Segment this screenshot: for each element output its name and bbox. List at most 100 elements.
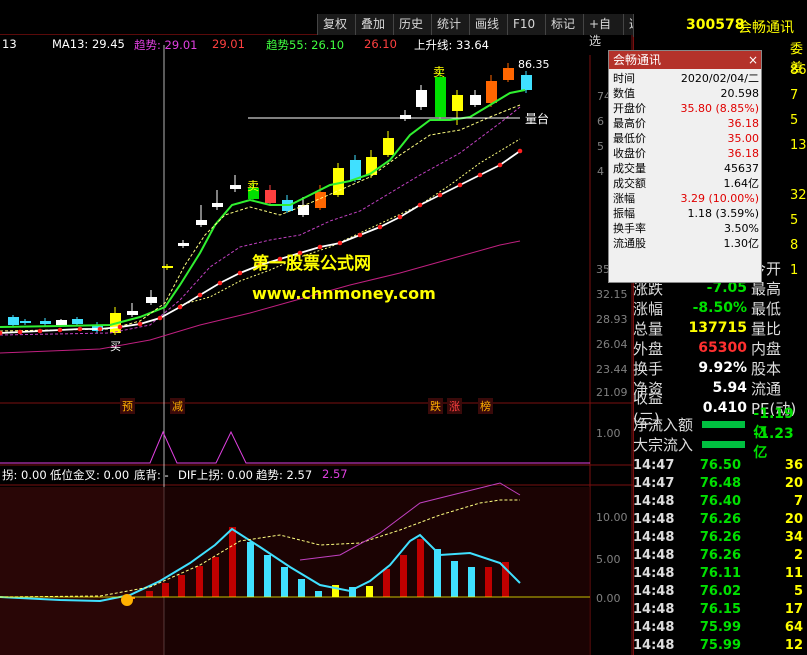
event-marker[interactable]: 减 <box>170 398 185 414</box>
macd-bar <box>298 579 305 597</box>
popup-value: 35.00 <box>727 132 760 145</box>
popup-key: 最高价 <box>613 117 646 130</box>
macd-bar <box>212 557 219 597</box>
candlestick[interactable] <box>162 266 173 268</box>
stock-header: 300578 会畅通讯 <box>633 14 807 37</box>
trade-volume: 2 <box>793 547 803 563</box>
candlestick[interactable] <box>416 90 427 107</box>
price-axis-label: 4 <box>597 165 604 178</box>
trade-price: 76.15 <box>699 601 741 617</box>
candlestick[interactable] <box>435 77 446 117</box>
toolbar-button-7[interactable]: +自选 <box>583 14 623 48</box>
event-marker[interactable]: 涨 <box>447 398 462 414</box>
toolbar-button-3[interactable]: 统计 <box>431 14 469 35</box>
toolbar-button-4[interactable]: 画线 <box>469 14 507 35</box>
trade-row: 14:48 76.26 34 <box>633 528 807 546</box>
close-icon[interactable]: × <box>748 51 758 69</box>
popup-row: 数值 20.598 <box>609 86 761 101</box>
trend-dot <box>397 214 403 220</box>
candlestick[interactable] <box>230 185 241 189</box>
candlestick[interactable] <box>146 297 157 303</box>
trade-price: 76.11 <box>699 565 741 581</box>
price-axis-label: 5 <box>597 140 604 153</box>
candlestick[interactable] <box>196 220 207 225</box>
popup-title: 会畅通讯 <box>613 53 662 67</box>
trade-price: 75.99 <box>699 637 741 653</box>
candlestick[interactable] <box>265 190 276 203</box>
popup-header: 会畅通讯 × <box>609 51 761 69</box>
trade-price: 76.26 <box>699 511 741 527</box>
event-marker[interactable]: 预 <box>120 398 135 414</box>
partial-value: 5 <box>790 113 799 128</box>
candlestick[interactable] <box>333 168 344 195</box>
trade-time: 14:48 <box>633 565 675 581</box>
popup-value: 3.29 (10.00%) <box>680 192 759 205</box>
candlestick[interactable] <box>212 203 223 207</box>
price-chart[interactable] <box>0 35 633 655</box>
partial-value: 32 <box>790 188 807 203</box>
toolbar-button-0[interactable]: 复权 <box>317 14 355 35</box>
toolbar-button-6[interactable]: 标记 <box>545 14 583 35</box>
trade-row: 14:48 76.02 5 <box>633 582 807 600</box>
macd-bar <box>485 567 492 597</box>
candlestick[interactable] <box>8 317 19 325</box>
trade-volume: 36 <box>784 457 803 473</box>
macd-bar <box>229 527 236 597</box>
candlestick[interactable] <box>486 81 497 103</box>
liang-tai-label: 量台 <box>525 112 550 126</box>
trade-time: 14:48 <box>633 601 675 617</box>
trade-time: 14:48 <box>633 493 675 509</box>
candlestick[interactable] <box>72 319 83 324</box>
toolbar-button-5[interactable]: F10 <box>507 14 545 35</box>
indicator-legend: 拐: 0.00 低位金叉: 0.00 底背: - DIF上拐: 0.00 趋势:… <box>0 467 590 483</box>
candlestick[interactable] <box>178 243 189 246</box>
trend-dot <box>17 329 23 335</box>
flow-bar <box>702 440 746 448</box>
stock-chart-window: { "toolbar": { "items": ["复权","叠加","历史",… <box>0 0 807 655</box>
trend-dot <box>477 172 483 178</box>
popup-value: 45637 <box>724 162 759 175</box>
macd-bar <box>178 575 185 597</box>
toolbar-button-2[interactable]: 历史 <box>393 14 431 35</box>
flow-row: 大宗流入 -1.23亿 <box>633 426 807 461</box>
trade-time: 14:48 <box>633 547 675 563</box>
popup-key: 换手率 <box>613 222 646 235</box>
candlestick[interactable] <box>40 321 51 324</box>
popup-value: 3.50% <box>724 222 759 235</box>
watermark-title: 第一股票公式网 <box>252 254 371 274</box>
trade-volume: 7 <box>793 493 803 509</box>
popup-key: 成交量 <box>613 162 646 175</box>
popup-key: 时间 <box>613 72 635 85</box>
indicator-axis-label: 0.00 <box>596 592 621 605</box>
trade-time: 14:48 <box>633 583 675 599</box>
trade-volume: 20 <box>784 511 803 527</box>
candlestick[interactable] <box>470 95 481 105</box>
candlestick[interactable] <box>383 138 394 155</box>
candlestick[interactable] <box>452 95 463 111</box>
candlestick[interactable] <box>521 75 532 90</box>
trend-dot <box>37 328 43 334</box>
data-popup[interactable]: 会畅通讯 × 时间 2020/02/04/二 数值 20.598 开盘价 35.80 (8… <box>608 50 762 283</box>
price-axis-label: 28.93 <box>596 313 628 326</box>
candlestick[interactable] <box>298 205 309 215</box>
trend-dot <box>77 326 83 332</box>
trade-row: 14:48 76.26 20 <box>633 510 807 528</box>
price-axis-label: 21.09 <box>596 386 628 399</box>
popup-value: 36.18 <box>727 147 760 160</box>
popup-row: 开盘价 35.80 (8.85%) <box>609 101 761 116</box>
trade-price: 76.26 <box>699 547 741 563</box>
trade-time: 14:47 <box>633 457 675 473</box>
candlestick[interactable] <box>127 311 138 315</box>
candlestick[interactable] <box>503 68 514 80</box>
partial-value: 13 <box>790 138 807 153</box>
popup-value: 35.80 (8.85%) <box>680 102 759 115</box>
candlestick[interactable] <box>56 320 67 325</box>
toolbar-button-1[interactable]: 叠加 <box>355 14 393 35</box>
trade-price: 76.40 <box>699 493 741 509</box>
stock-name: 会畅通讯 <box>738 20 794 36</box>
trade-time: 14:48 <box>633 619 675 635</box>
event-marker[interactable]: 榜 <box>478 398 493 414</box>
candlestick[interactable] <box>20 321 31 323</box>
macd-bar <box>162 583 169 597</box>
event-marker[interactable]: 跌 <box>428 398 443 414</box>
